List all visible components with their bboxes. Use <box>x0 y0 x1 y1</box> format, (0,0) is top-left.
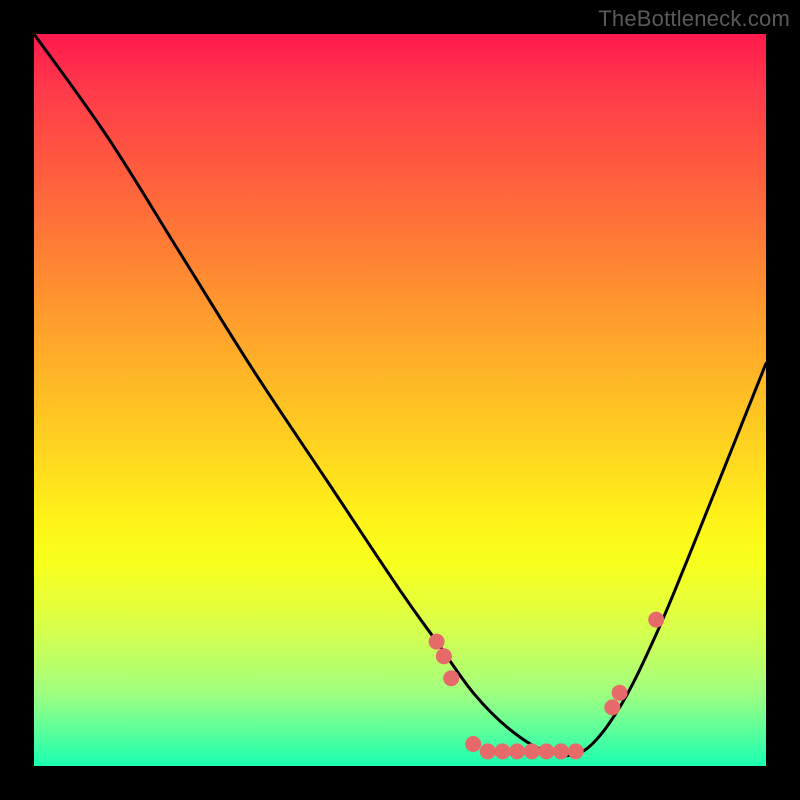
data-marker <box>436 648 452 664</box>
data-marker <box>465 736 481 752</box>
data-marker <box>538 743 554 759</box>
data-marker <box>648 612 664 628</box>
data-marker <box>480 743 496 759</box>
curve-layer <box>34 34 766 756</box>
data-marker <box>429 634 445 650</box>
data-marker <box>509 743 525 759</box>
data-marker <box>553 743 569 759</box>
bottleneck-curve <box>34 34 766 756</box>
data-marker <box>604 699 620 715</box>
data-marker <box>612 685 628 701</box>
data-marker <box>568 743 584 759</box>
data-marker <box>524 743 540 759</box>
chart-stage: TheBottleneck.com <box>0 0 800 800</box>
marker-layer <box>429 612 665 760</box>
watermark-text: TheBottleneck.com <box>598 6 790 32</box>
data-marker <box>495 743 511 759</box>
data-marker <box>443 670 459 686</box>
curve-svg <box>34 34 766 766</box>
plot-area <box>34 34 766 766</box>
